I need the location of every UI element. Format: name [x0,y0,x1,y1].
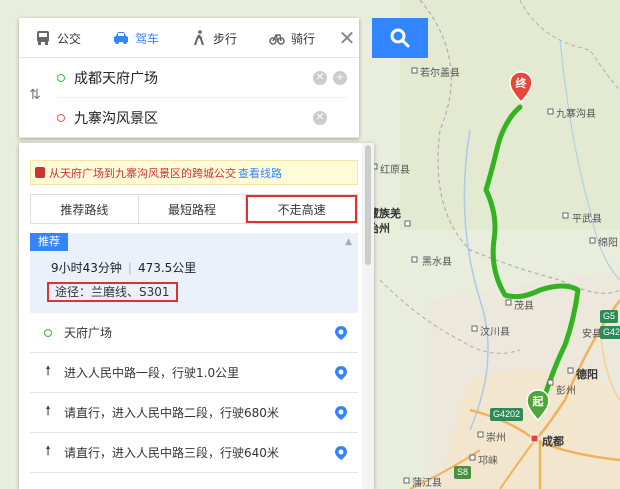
tab-shortest-route[interactable]: 最短路程 [139,195,247,223]
tab-car-label: 驾车 [134,31,159,46]
map-label-hongyuan: 红原县 [380,165,410,176]
bike-icon [269,34,285,45]
tab-walk-label: 步行 [212,31,237,46]
tab-recommended-route[interactable]: 推荐路线 [31,195,139,223]
location-pin-icon[interactable] [334,445,348,461]
map-label-chongzhou: 崇州 [486,433,506,444]
start-address-row: 成都天府广场 ✕ + [57,58,347,98]
tab-walk[interactable]: 步行 [175,18,253,58]
map-label-ruoergai: 若尔盖县 [420,68,460,79]
tab-bus[interactable]: 公交 [19,18,97,58]
view-bus-routes-link[interactable]: 查看线路 [238,165,282,181]
start-marker-label: 起 [532,395,544,408]
step-item[interactable]: 天府广场 [30,313,358,353]
map-label-mianyang: 绵阳 [598,238,618,249]
start-marker[interactable]: 起 [526,389,550,422]
location-pin-icon[interactable] [334,405,348,421]
end-dot-icon [57,114,65,122]
map-label-qionglai: 邛崃 [478,456,498,467]
location-pin-icon[interactable] [334,365,348,381]
straight-arrow-icon: 🠕 [45,403,51,419]
step-text: 请直行，进入人民中路三段，行驶640米 [64,446,279,460]
start-point-icon [44,328,52,337]
end-address-input[interactable]: 九寨沟风景区 [74,108,307,128]
step-text: 请直行，进入人民中路二段，行驶680米 [64,406,279,420]
highway-shield-g42: G42 [600,326,620,339]
route-search-panel: 公交 驾车 步行 骑行 ✕ ⇅ 成都天府广场 ✕ + 九寨沟风景区 ✕ [19,18,359,138]
search-button[interactable] [372,18,428,58]
straight-arrow-icon: 🠕 [45,363,51,379]
map-label-anxian: 安县 [582,329,602,340]
map-label-pingwu: 平武县 [572,214,602,225]
start-dot-icon [57,73,65,82]
search-icon [390,28,410,48]
route-stats: 9小时43分钟 | 473.5公里 [51,261,197,275]
tab-bike[interactable]: 骑行 [253,18,331,58]
address-inputs: ⇅ 成都天府广场 ✕ + 九寨沟风景区 ✕ [19,58,359,138]
tab-bike-label: 骑行 [290,31,315,46]
bus-tip-text: 从天府广场到九寨沟风景区的跨城公交 [49,166,236,180]
recommended-badge: 推荐 [30,233,68,251]
end-address-row: 九寨沟风景区 ✕ [57,98,347,138]
tab-car[interactable]: 驾车 [97,18,175,58]
intercity-bus-tip: 从天府广场到九寨沟风景区的跨城公交 查看线路 [30,160,358,185]
route-preference-tabs: 推荐路线 最短路程 不走高速 [30,194,358,224]
map-label-chengdu: 成都 [542,435,564,448]
travel-mode-tabs: 公交 驾车 步行 骑行 ✕ [19,18,359,58]
map-label-heishui: 黑水县 [422,257,452,268]
highway-shield-s8: S8 [454,466,472,479]
car-icon [113,32,128,44]
walk-icon [194,30,204,46]
map-label-jiuzhaigou: 九寨沟县 [556,109,596,120]
route-time: 9小时43分钟 [51,261,122,275]
clear-end-icon[interactable]: ✕ [313,111,327,125]
bus-tip-icon [35,167,45,178]
tab-no-highway[interactable]: 不走高速 [246,195,358,223]
route-result-panel: 从天府广场到九寨沟风景区的跨城公交 查看线路 推荐路线 最短路程 不走高速 推荐… [19,143,374,489]
bus-icon [36,31,49,45]
map-label-pengzhou: 彭州 [556,386,576,397]
swap-direction-icon[interactable]: ⇅ [29,87,41,103]
collapse-icon[interactable]: ▲ [345,237,352,247]
tab-bus-label: 公交 [56,31,81,46]
highway-shield-g5: G5 [600,310,619,323]
start-address-input[interactable]: 成都天府广场 [74,68,307,88]
map-label-maoxian: 茂县 [514,301,534,312]
map-label-pujiang: 蒲江县 [412,478,442,489]
highway-shield-g4202: G4202 [490,408,524,421]
step-text: 天府广场 [64,326,113,340]
straight-arrow-icon: 🠕 [45,443,51,459]
end-marker[interactable]: 终 [509,71,533,104]
map-label-deyang: 德阳 [576,368,598,381]
end-marker-label: 终 [515,77,527,90]
close-icon[interactable]: ✕ [335,18,359,58]
location-pin-icon[interactable] [334,325,348,341]
map-label-wenchuan: 汶川县 [480,327,510,338]
step-item[interactable]: 🠕 请直行，进入人民中路三段，行驶640米 [30,433,358,473]
scrollbar-thumb[interactable] [365,145,371,265]
step-text: 进入人民中路一段，行驶1.0公里 [64,366,240,380]
route-distance: 473.5公里 [137,261,197,275]
step-item[interactable]: 🠕 请直行，进入人民中路二段，行驶680米 [30,393,358,433]
route-summary-card[interactable]: 推荐 ▲ 9小时43分钟 | 473.5公里 途径：兰磨线、S301 [30,233,358,313]
route-via: 途径：兰磨线、S301 [47,282,178,302]
step-item[interactable]: 🠕 进入人民中路一段，行驶1.0公里 [30,353,358,393]
result-scrollbar[interactable] [362,143,374,489]
add-waypoint-icon[interactable]: + [333,70,347,85]
clear-start-icon[interactable]: ✕ [313,70,327,85]
